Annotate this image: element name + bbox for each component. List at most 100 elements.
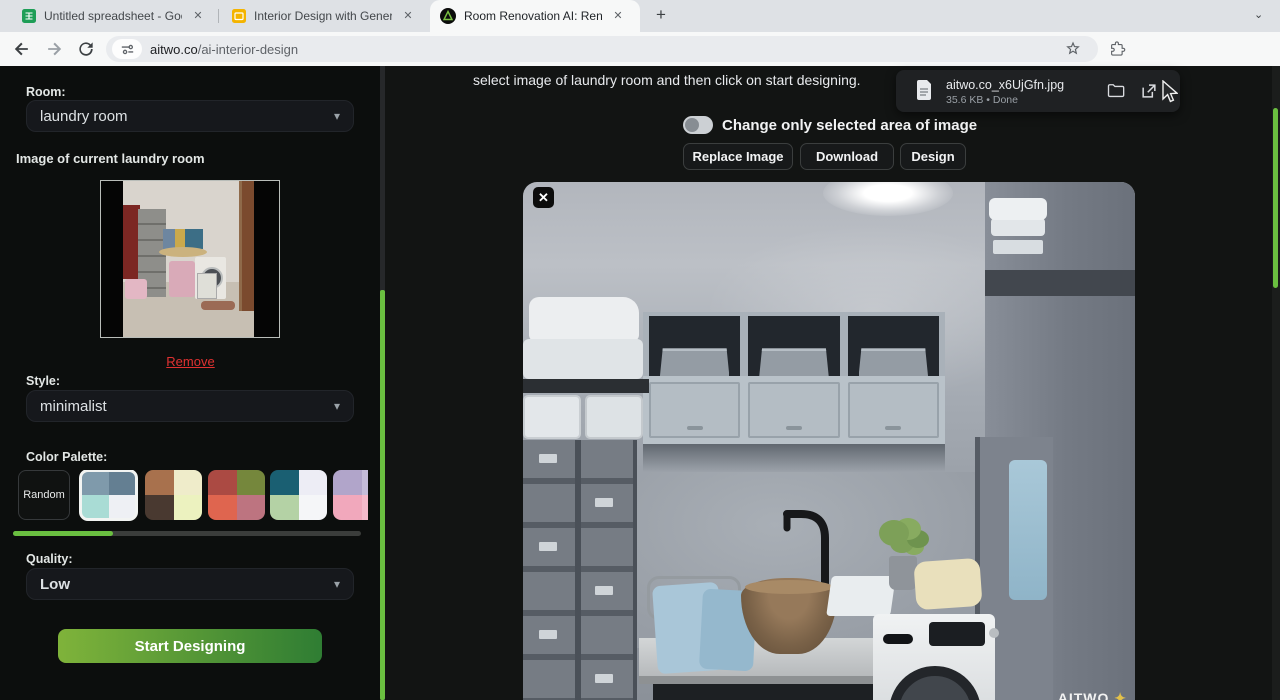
gi-washing-machine bbox=[873, 614, 995, 700]
thumbnail-photo bbox=[123, 181, 254, 338]
quality-select-value: Low bbox=[40, 576, 70, 593]
tab-room-renovation-active[interactable]: Room Renovation AI: Renovat ✕ bbox=[430, 0, 640, 32]
tab-title: Untitled spreadsheet - Googl bbox=[44, 9, 182, 23]
page-scrollbar[interactable] bbox=[1272, 66, 1280, 700]
browser-tab-strip: Untitled spreadsheet - Googl ✕ Interior … bbox=[0, 0, 1280, 32]
back-icon[interactable] bbox=[12, 39, 32, 59]
download-button[interactable]: Download bbox=[800, 143, 894, 170]
chevron-down-icon: ▾ bbox=[334, 399, 340, 413]
instruction-text: select image of laundry room and then cl… bbox=[473, 72, 861, 88]
gi-upper-cubbies bbox=[643, 312, 945, 376]
design-button[interactable]: Design bbox=[900, 143, 966, 170]
thumb-crate bbox=[197, 273, 217, 299]
gi-washer-door bbox=[889, 666, 981, 700]
tab-separator bbox=[218, 9, 219, 23]
palette-option-5[interactable] bbox=[333, 470, 368, 520]
aitwo-icon bbox=[440, 8, 456, 24]
gi-cabinet-shadow bbox=[643, 444, 945, 472]
show-in-folder-icon[interactable] bbox=[1106, 81, 1126, 101]
thumb-basket bbox=[169, 261, 195, 297]
toggle-knob bbox=[685, 118, 699, 132]
start-designing-button[interactable]: Start Designing bbox=[58, 629, 322, 663]
gi-basket bbox=[660, 348, 729, 376]
reload-icon[interactable] bbox=[76, 39, 96, 59]
new-tab-button[interactable]: + bbox=[650, 5, 672, 27]
gi-basket bbox=[759, 348, 828, 376]
remove-image-row: Remove bbox=[0, 353, 381, 371]
toggle-label: Change only selected area of image bbox=[722, 117, 977, 134]
quality-select[interactable]: Low ▾ bbox=[26, 568, 354, 600]
sidebar-scrollbar-thumb[interactable] bbox=[380, 290, 385, 700]
gi-plant-vase bbox=[889, 556, 917, 590]
design-controls-sidebar: Room: laundry room ▾ Image of current la… bbox=[0, 66, 381, 700]
tab-strip-chevron-icon[interactable]: ⌄ bbox=[1254, 8, 1263, 21]
chevron-down-icon: ▾ bbox=[334, 109, 340, 123]
browser-toolbar: aitwo.co/ai-interior-design bbox=[0, 32, 1280, 66]
extensions-icon[interactable] bbox=[1109, 40, 1127, 58]
palette-option-4[interactable] bbox=[270, 470, 327, 520]
gi-storage-drawers bbox=[523, 440, 637, 700]
watermark: AITWO ✦ bbox=[1058, 690, 1127, 700]
gi-cabinet-door bbox=[748, 382, 839, 438]
gi-cubby bbox=[848, 316, 939, 376]
palette-row: Random bbox=[18, 470, 368, 522]
room-select[interactable]: laundry room ▾ bbox=[26, 100, 354, 132]
address-bar[interactable]: aitwo.co/ai-interior-design bbox=[106, 36, 1098, 62]
tab-close-icon[interactable]: ✕ bbox=[610, 8, 626, 24]
tab-title: Interior Design with Generati bbox=[254, 9, 392, 23]
url-host: aitwo.co bbox=[150, 42, 198, 57]
gi-hanging-blue-towel bbox=[1009, 460, 1047, 600]
gi-cream-basket bbox=[913, 558, 982, 610]
gi-left-bins bbox=[523, 393, 645, 441]
sheets-icon bbox=[22, 9, 36, 23]
tab-close-icon[interactable]: ✕ bbox=[400, 8, 416, 24]
current-room-thumbnail bbox=[100, 180, 280, 338]
gi-cabinet-door bbox=[649, 382, 740, 438]
forward-icon[interactable] bbox=[44, 39, 64, 59]
thumb-table bbox=[159, 247, 207, 257]
tab-close-icon[interactable]: ✕ bbox=[190, 8, 206, 24]
tab-spreadsheet[interactable]: Untitled spreadsheet - Googl ✕ bbox=[12, 0, 214, 32]
tab-title: Room Renovation AI: Renovat bbox=[464, 9, 602, 23]
page-scrollbar-thumb[interactable] bbox=[1273, 108, 1278, 288]
close-image-button[interactable]: ✕ bbox=[533, 187, 554, 208]
generated-room-image: AITWO ✦ bbox=[523, 182, 1135, 700]
gi-white-tray bbox=[826, 576, 896, 616]
gi-cubby bbox=[649, 316, 740, 376]
room-label: Room: bbox=[26, 85, 66, 99]
watermark-star-icon: ✦ bbox=[1114, 690, 1127, 700]
tab-slides[interactable]: Interior Design with Generati ✕ bbox=[222, 0, 424, 32]
random-palette-button[interactable]: Random bbox=[18, 470, 70, 520]
gi-recessed-light bbox=[823, 182, 953, 216]
remove-image-link[interactable]: Remove bbox=[166, 354, 214, 369]
palette-option-3[interactable] bbox=[208, 470, 265, 520]
current-image-label: Image of current laundry room bbox=[16, 151, 205, 166]
slides-icon bbox=[232, 9, 246, 23]
palette-option-2[interactable] bbox=[145, 470, 202, 520]
gi-upper-cabinets bbox=[643, 376, 945, 444]
download-filename: aitwo.co_x6UjGfn.jpg bbox=[946, 78, 1064, 92]
gi-right-towel-stack bbox=[989, 198, 1047, 220]
url-path: /ai-interior-design bbox=[198, 42, 298, 57]
palette-scrollbar[interactable] bbox=[13, 531, 361, 536]
url-text: aitwo.co/ai-interior-design bbox=[150, 42, 298, 57]
sidebar-scrollbar[interactable] bbox=[380, 66, 385, 700]
selected-area-toggle[interactable] bbox=[683, 116, 713, 134]
style-label: Style: bbox=[26, 374, 60, 388]
gi-cubby bbox=[748, 316, 839, 376]
gi-left-linen-stack bbox=[523, 297, 645, 381]
download-notification-popup[interactable]: aitwo.co_x6UjGfn.jpg 35.6 KB • Done bbox=[896, 70, 1180, 112]
replace-image-button[interactable]: Replace Image bbox=[683, 143, 793, 170]
room-select-value: laundry room bbox=[40, 108, 128, 125]
palette-scrollbar-thumb[interactable] bbox=[13, 531, 113, 536]
style-select[interactable]: minimalist ▾ bbox=[26, 390, 354, 422]
site-info-icon[interactable] bbox=[112, 39, 142, 59]
gi-left-shelf bbox=[523, 379, 649, 393]
file-icon bbox=[916, 80, 932, 100]
bookmark-star-icon[interactable] bbox=[1064, 40, 1082, 58]
open-in-new-icon[interactable] bbox=[1139, 81, 1159, 101]
download-meta: 35.6 KB • Done bbox=[946, 94, 1018, 106]
quality-label: Quality: bbox=[26, 552, 73, 566]
palette-option-1[interactable] bbox=[80, 470, 137, 520]
chevron-down-icon: ▾ bbox=[334, 577, 340, 591]
